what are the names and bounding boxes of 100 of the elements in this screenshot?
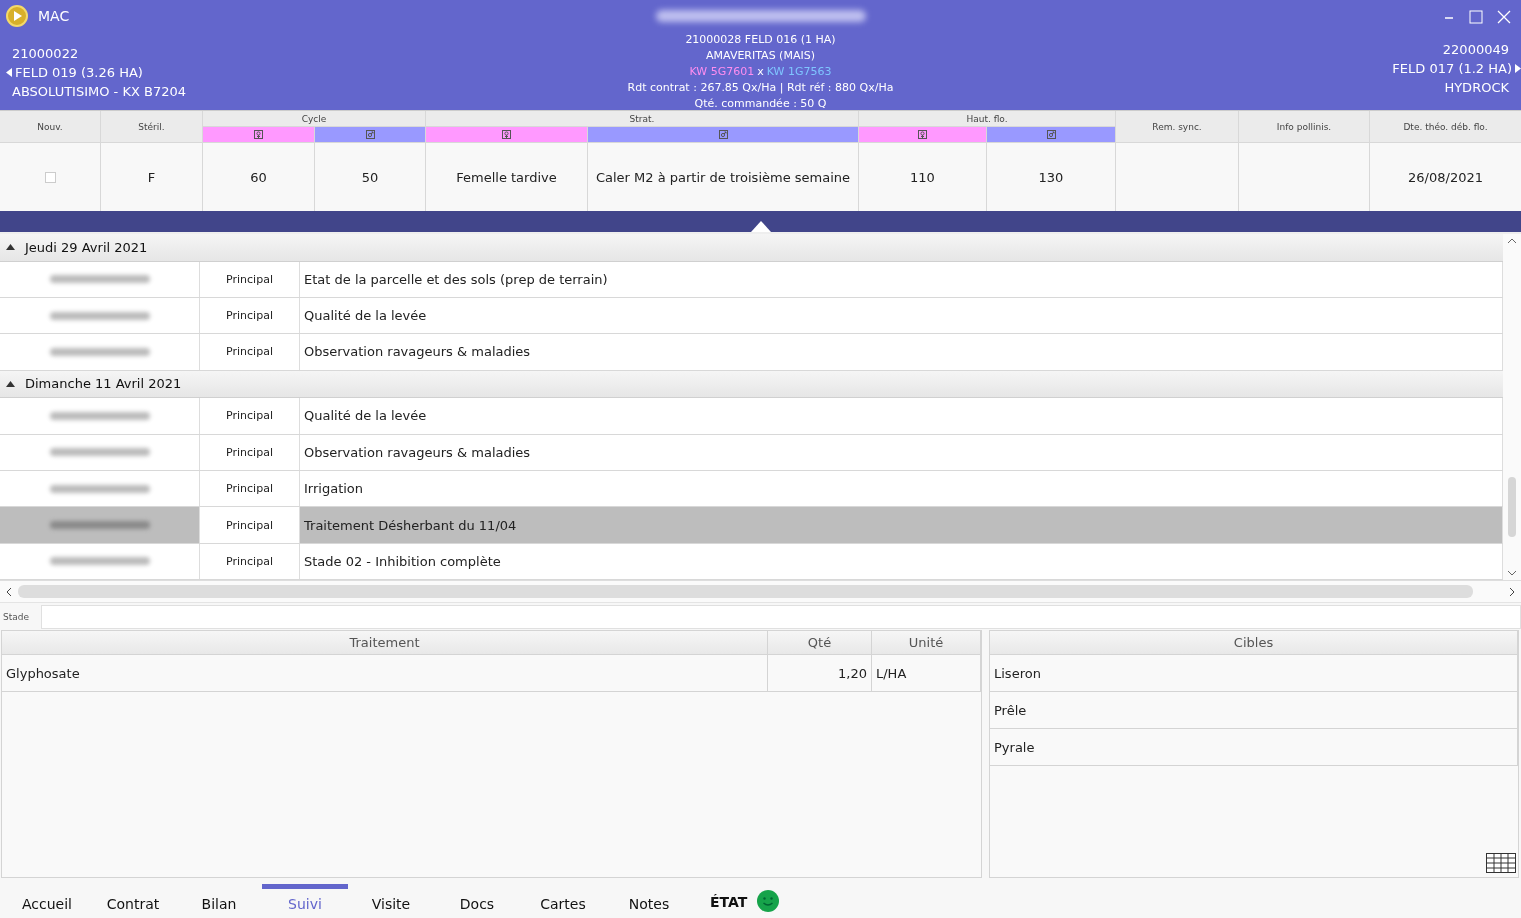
nav-tab[interactable]: Visite [348, 884, 434, 918]
grid-cell: 50 [315, 143, 425, 211]
play-logo-icon [6, 5, 28, 27]
nav-tab[interactable]: Accueil [4, 884, 90, 918]
observation-type: Principal [226, 482, 273, 496]
observation-row[interactable]: Principal Observation ravageurs & maladies [0, 334, 1503, 371]
stade-field[interactable] [41, 604, 1521, 629]
close-icon[interactable] [1497, 10, 1511, 24]
status-label: ÉTAT [710, 894, 748, 912]
observation-type: Principal [226, 445, 273, 459]
nav-tab[interactable]: Docs [434, 884, 520, 918]
previous-field-link[interactable]: FELD 019 (3.26 HA) [6, 63, 143, 82]
observation-label: Etat de la parcelle et des sols (prep de terrain) [304, 271, 608, 287]
column-header: Info pollinis. [1239, 111, 1369, 142]
vertical-scrollbar[interactable] [1503, 234, 1521, 580]
column-header: Nouv. [0, 111, 100, 142]
column-header: Dte. théo. déb. flo. [1370, 111, 1521, 142]
observation-label: Qualité de la levée [304, 308, 427, 324]
nav-tab[interactable]: Notes [606, 884, 692, 918]
ordered-quantity: Qté. commandée : 50 Q [694, 96, 827, 112]
grid-cell: 130 [987, 143, 1115, 211]
grid-cell: F [101, 143, 202, 211]
grid-cell: 26/08/2021 [1370, 143, 1521, 211]
observation-row[interactable]: Principal Traitement Désherbant du 11/04 [0, 507, 1503, 544]
left-triangle-icon [6, 68, 12, 77]
unit-cell: L/HA [872, 655, 981, 691]
smiley-icon [757, 890, 780, 912]
stade-label: Stade [3, 611, 29, 622]
observation-row[interactable]: Principal Qualité de la levée [0, 297, 1503, 335]
observation-type: Principal [226, 309, 273, 323]
parent-lines: KW 5G7601 x KW 1G7563 [689, 64, 832, 80]
nav-tab[interactable]: Bilan [176, 884, 262, 918]
grid-cell: Femelle tardive [426, 143, 587, 211]
field-code: 21000022 [11, 45, 79, 63]
observation-row[interactable]: Principal Irrigation [0, 470, 1503, 508]
observation-label: Irrigation [304, 481, 364, 497]
observation-label: Observation ravageurs & maladies [304, 444, 531, 460]
table-grid-icon[interactable] [1486, 853, 1516, 873]
column-header: Cibles [990, 631, 1518, 654]
field-code: 22000049 [1442, 41, 1510, 59]
scroll-thumb[interactable] [1508, 477, 1516, 537]
grid-cell: 110 [859, 143, 986, 211]
new-checkbox[interactable] [44, 171, 56, 183]
column-header: Haut. flo. [859, 111, 1115, 126]
observation-label: Stade 02 - Inhibition complète [304, 553, 501, 569]
observation-row[interactable]: Principal Stade 02 - Inhibition complète [0, 543, 1503, 580]
male-symbol-icon [365, 130, 375, 139]
field-title: 21000028 FELD 016 (1 HA) [685, 32, 836, 48]
scroll-right-icon[interactable] [1509, 586, 1515, 597]
female-symbol-icon [254, 130, 263, 139]
scroll-left-icon[interactable] [6, 586, 12, 597]
nav-tab[interactable]: Suivi [262, 884, 348, 918]
column-header: Qté [768, 631, 872, 654]
scroll-up-icon[interactable] [1507, 238, 1517, 244]
column-header: Stéril. [101, 111, 202, 142]
grid-cell: Caler M2 à partir de troisième semaine [588, 143, 858, 211]
observation-type: Principal [226, 518, 273, 532]
column-header: Traitement [2, 631, 768, 654]
quantity-cell: 1,20 [768, 655, 872, 691]
observation-type: Principal [226, 554, 273, 568]
observation-label: Observation ravageurs & maladies [304, 344, 531, 360]
observation-label: Traitement Désherbant du 11/04 [304, 517, 517, 533]
collapse-icon [6, 244, 15, 251]
observation-row[interactable]: Principal Qualité de la levée [0, 398, 1503, 435]
variety-name: AMAVERITAS (MAIS) [706, 48, 815, 64]
column-header: Unité [872, 631, 981, 654]
next-field-link[interactable]: FELD 017 (1.2 HA) [1392, 59, 1521, 78]
observation-row[interactable]: Principal Etat de la parcelle et des sols (prep de terrain) [0, 261, 1503, 298]
target-name: Pyrale [990, 729, 1518, 765]
scroll-track[interactable] [18, 585, 1473, 598]
observation-type: Principal [226, 409, 273, 423]
nav-tab[interactable]: Contrat [90, 884, 176, 918]
treatment-name: Glyphosate [2, 655, 768, 691]
scroll-down-icon[interactable] [1507, 570, 1517, 576]
maximize-icon[interactable] [1469, 10, 1483, 24]
yield-info: Rdt contrat : 267.85 Qx/Ha | Rdt réf : 880 Qx/Ha [627, 80, 894, 96]
observation-type: Principal [226, 345, 273, 359]
column-header: Cycle [203, 111, 425, 126]
variety-name: HYDROCK [1444, 79, 1510, 97]
nav-tab[interactable]: Cartes [520, 884, 606, 918]
column-header: Strat. [426, 111, 858, 126]
target-name: Prêle [990, 692, 1518, 728]
collapse-icon [6, 380, 15, 387]
group-date: Dimanche 11 Avril 2021 [25, 376, 182, 392]
observation-type: Principal [226, 272, 273, 286]
column-header: Rem. sync. [1116, 111, 1238, 142]
male-symbol-icon [1046, 130, 1056, 139]
date-group-header[interactable]: Dimanche 11 Avril 2021 [0, 370, 1503, 399]
variety-name: ABSOLUTISIMO - KX B7204 [11, 83, 186, 101]
female-symbol-icon [918, 130, 927, 139]
male-symbol-icon [718, 130, 728, 139]
collapse-triangle-icon[interactable] [750, 220, 771, 232]
app-name: MAC [38, 6, 70, 26]
observation-label: Qualité de la levée [304, 408, 427, 424]
target-name: Liseron [990, 655, 1518, 691]
group-date: Jeudi 29 Avril 2021 [25, 239, 148, 255]
right-triangle-icon [1515, 64, 1521, 73]
date-group-header[interactable]: Jeudi 29 Avril 2021 [0, 234, 1503, 262]
observation-row[interactable]: Principal Observation ravageurs & maladies [0, 434, 1503, 471]
grid-cell: 60 [203, 143, 314, 211]
